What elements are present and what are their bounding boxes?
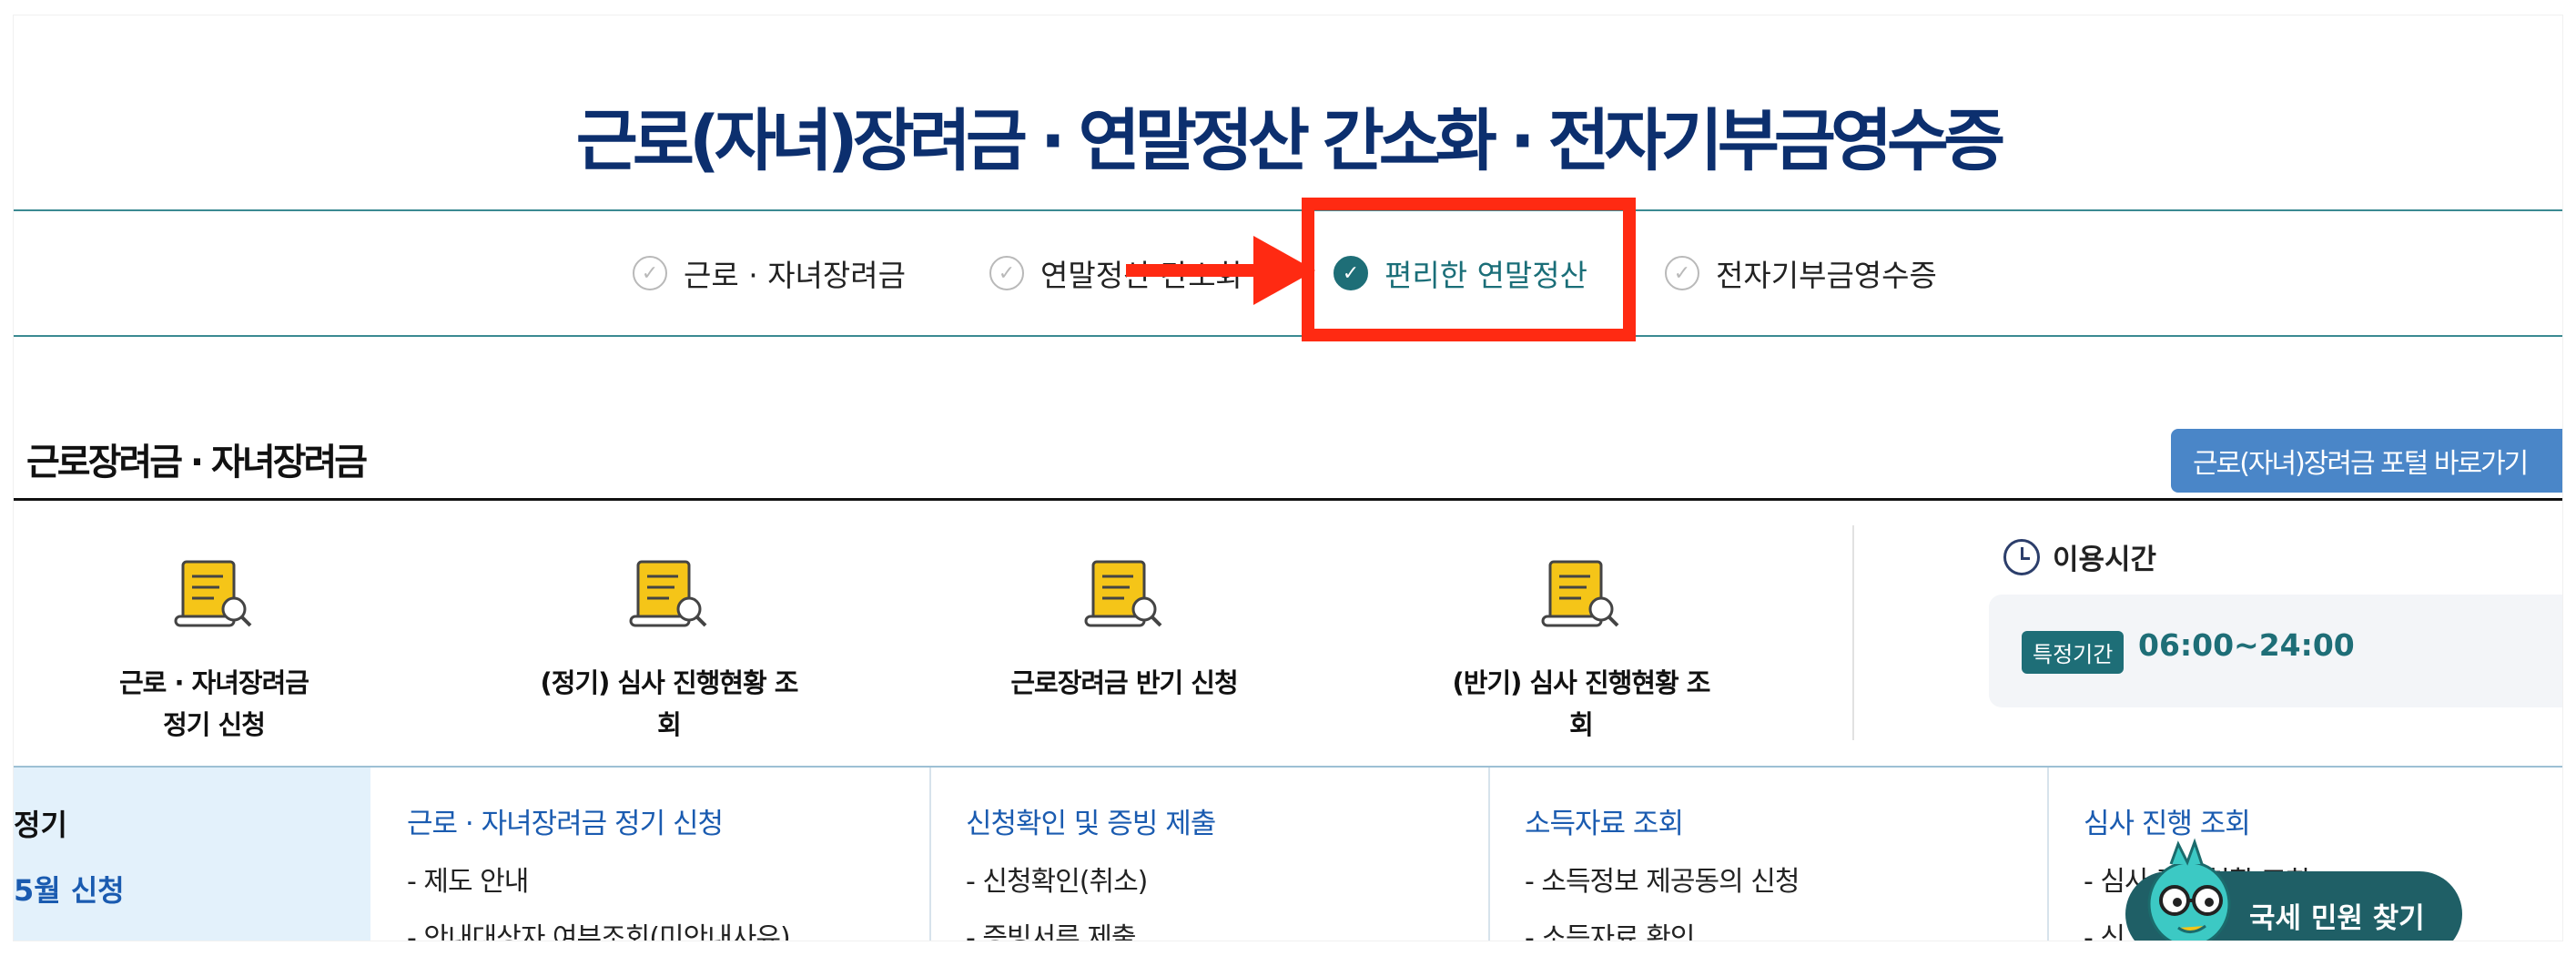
portal-shortcut-button[interactable]: 근로(자녀)장려금 포털 바로가기 — [2171, 429, 2562, 493]
column-heading-link[interactable]: 심사 진행 조회 — [2084, 800, 2251, 841]
section-divider — [14, 498, 2562, 501]
column-divider — [929, 768, 931, 941]
category-title: 정기 — [14, 808, 67, 842]
service-label: 근로장려금 반기 신청 — [1010, 667, 1238, 698]
column-item-link[interactable]: - 제도 안내 — [407, 859, 529, 899]
document-search-icon — [625, 553, 713, 635]
hours-time: 06:00~24:00 — [2138, 627, 2355, 663]
red-arrow-annotation — [1126, 264, 1264, 277]
column-heading-link[interactable]: 소득자료 조회 — [1525, 800, 1684, 841]
tab-earned-income-child-credit[interactable]: ✓ 근로 · 자녀장려금 — [633, 211, 906, 335]
column-heading-link[interactable]: 신청확인 및 증빙 제출 — [966, 800, 1216, 841]
service-half-year-review-status[interactable]: (반기) 심사 진행현황 조회 — [1445, 553, 1718, 746]
column-item-link[interactable]: - 소득자료 확인 — [1525, 915, 1695, 941]
check-circle-icon: ✓ — [989, 256, 1024, 290]
service-half-year-application[interactable]: 근로장려금 반기 신청 — [988, 553, 1261, 704]
floating-button-label: 국세 민원 찾기 — [2249, 902, 2425, 935]
column-item-link[interactable]: - 안내대상자 여부조회(미안내사유) — [407, 915, 791, 941]
service-label: 정기 신청 — [163, 709, 266, 740]
section-title: 근로장려금 · 자녀장려금 — [26, 442, 368, 483]
tab-label: 근로 · 자녀장려금 — [684, 258, 906, 293]
page-frame: 근로(자녀)장려금 · 연말정산 간소화 · 전자기부금영수증 ✓ 근로 · 자… — [13, 15, 2563, 941]
tab-label: 전자기부금영수증 — [1716, 258, 1937, 293]
mascot-icon — [2135, 837, 2253, 941]
document-search-icon — [1537, 553, 1625, 635]
hours-heading: 이용시간 — [2003, 536, 2156, 577]
grid-category-cell: 정기 5월 신청 — [14, 768, 370, 941]
column-divider — [2047, 768, 2049, 941]
hours-title: 이용시간 — [2053, 544, 2157, 576]
service-regular-review-status[interactable]: (정기) 심사 진행현황 조회 — [532, 553, 806, 746]
check-circle-icon: ✓ — [633, 256, 667, 290]
column-divider — [1488, 768, 1490, 941]
period-badge: 특정기간 — [2022, 631, 2125, 674]
column-item-link[interactable]: - 증빙서류 제출 — [966, 915, 1136, 941]
red-highlight-box — [1302, 198, 1636, 341]
service-label: 근로 · 자녀장려금 — [119, 667, 309, 698]
clock-icon — [2003, 538, 2040, 575]
service-label: (정기) 심사 진행현황 조회 — [540, 667, 799, 740]
vertical-divider — [1852, 525, 1854, 740]
document-search-icon — [170, 553, 258, 635]
service-label: (반기) 심사 진행현황 조회 — [1452, 667, 1711, 740]
column-item-link[interactable]: - 소득정보 제공동의 신청 — [1525, 859, 1800, 899]
document-search-icon — [1080, 553, 1168, 635]
service-regular-application[interactable]: 근로 · 자녀장려금 정기 신청 — [77, 553, 350, 746]
column-item-link[interactable]: - 신청확인(취소) — [966, 859, 1148, 899]
check-circle-icon: ✓ — [1665, 256, 1699, 290]
category-subtitle: 5월 신청 — [14, 873, 125, 908]
page-title: 근로(자녀)장려금 · 연말정산 간소화 · 전자기부금영수증 — [575, 102, 2005, 180]
tab-e-donation-receipt[interactable]: ✓ 전자기부금영수증 — [1665, 211, 1937, 335]
column-item-link[interactable]: - 신 — [2084, 915, 2125, 941]
column-heading-link[interactable]: 근로 · 자녀장려금 정기 신청 — [407, 800, 724, 841]
